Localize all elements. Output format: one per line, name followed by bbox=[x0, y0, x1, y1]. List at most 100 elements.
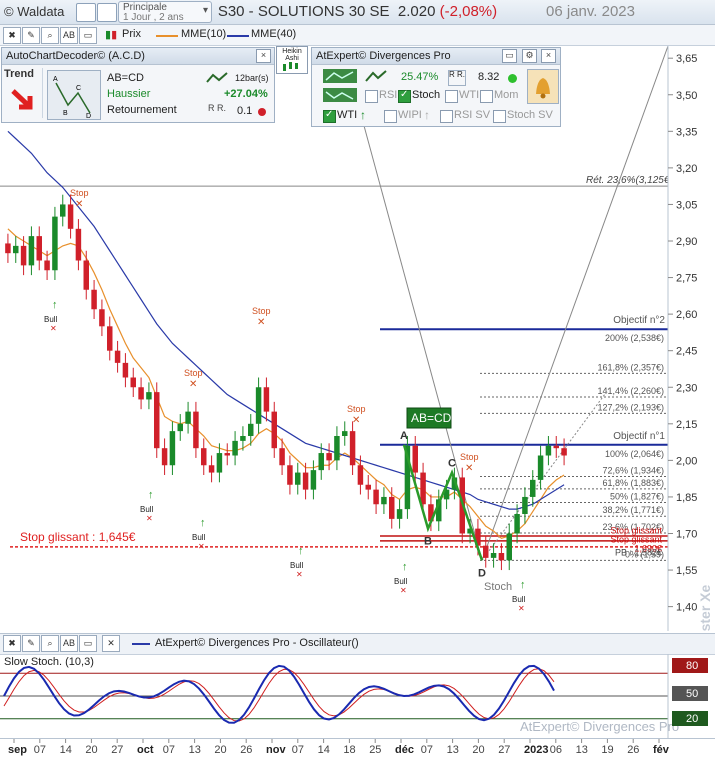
close-icon[interactable]: × bbox=[256, 49, 271, 63]
trailing-stop-label: Stop glissant : 1,645€ bbox=[20, 530, 136, 544]
candle-body bbox=[255, 387, 262, 424]
pattern-gain: +27.04% bbox=[224, 88, 268, 100]
wti-checkbox[interactable] bbox=[445, 90, 458, 103]
candle-body bbox=[146, 392, 152, 400]
stoch-checkbox[interactable] bbox=[398, 89, 411, 103]
screen-icon[interactable]: ▭ bbox=[79, 27, 97, 44]
price-tick-label: 1,55 bbox=[676, 565, 697, 577]
risk-status-dot bbox=[258, 108, 266, 116]
oscillator-indicator-label: Slow Stoch. (10,3) bbox=[4, 656, 94, 668]
candle-body bbox=[530, 479, 536, 497]
candle-body bbox=[122, 362, 129, 378]
zoom-icon[interactable]: ⌕ bbox=[41, 27, 59, 44]
bull-arrow-icon: ↑ bbox=[52, 299, 58, 311]
divergence-rr: 8.32 bbox=[478, 71, 500, 83]
candle-body bbox=[67, 204, 74, 229]
wipi-checkbox[interactable] bbox=[384, 110, 397, 123]
mom-checkbox[interactable] bbox=[480, 90, 493, 103]
wti-signal-checkbox[interactable] bbox=[323, 109, 336, 123]
candle-body bbox=[232, 440, 238, 456]
time-tick-label: fév bbox=[653, 744, 670, 756]
candle-body bbox=[13, 245, 19, 254]
candle-body bbox=[75, 228, 82, 261]
draw-icon[interactable]: ✎ bbox=[22, 27, 40, 44]
rsi-checkbox[interactable] bbox=[365, 90, 378, 103]
draw-icon[interactable]: ✎ bbox=[22, 635, 40, 652]
wti-label: WTI bbox=[459, 89, 480, 101]
candle-body bbox=[5, 243, 11, 254]
pattern-name: AB=CD bbox=[107, 72, 144, 84]
wti-signal-label: WTI bbox=[337, 109, 358, 121]
pattern-direction: Haussier bbox=[107, 88, 151, 100]
oscillator-title: AtExpert© Divergences Pro - Oscillateur(… bbox=[155, 637, 359, 649]
divergence-osc-icon[interactable] bbox=[323, 88, 357, 102]
screen-icon[interactable]: ▭ bbox=[79, 635, 97, 652]
mme10-line bbox=[7, 228, 565, 540]
candle-body bbox=[490, 553, 497, 558]
bull-signal-label: Bull bbox=[140, 505, 154, 514]
oscillator-toolbar: ✖ ✎ ⌕ AB ▭ ✕ AtExpert© Divergences Pro -… bbox=[0, 633, 715, 655]
candle-body bbox=[91, 289, 97, 310]
price-tick-label: 2,15 bbox=[676, 419, 697, 431]
legend-mme40: MME(40) bbox=[251, 28, 297, 40]
bell-icon[interactable] bbox=[527, 69, 559, 104]
time-tick-label: déc bbox=[395, 744, 414, 756]
stoch-sv-checkbox[interactable] bbox=[493, 110, 506, 123]
candle-icon: ▮▮ bbox=[105, 29, 118, 41]
time-tick-label: 14 bbox=[318, 744, 330, 756]
rsi-sv-label: RSI SV bbox=[454, 109, 491, 121]
candle-body bbox=[263, 387, 270, 412]
mme40-line bbox=[7, 130, 565, 510]
candle-body bbox=[318, 453, 324, 471]
trend-box: Trend bbox=[4, 68, 43, 118]
fib-label: 72,6% (1,934€) bbox=[602, 465, 664, 475]
time-tick-label: oct bbox=[137, 744, 154, 756]
price-tick-label: 3,05 bbox=[676, 199, 697, 211]
close-icon[interactable]: × bbox=[541, 49, 556, 63]
stoch-k-line bbox=[3, 664, 555, 724]
tools-icon[interactable]: ✖ bbox=[3, 635, 21, 652]
price-tick-label: 1,85 bbox=[676, 492, 697, 504]
print-icon[interactable]: ▭ bbox=[502, 49, 517, 63]
ab-icon[interactable]: AB bbox=[60, 635, 78, 652]
candle-body bbox=[208, 465, 215, 473]
bull-cross-icon: ✕ bbox=[296, 570, 303, 579]
candle-body bbox=[271, 411, 277, 449]
time-tick-label: 07 bbox=[421, 744, 433, 756]
candle-body bbox=[310, 470, 317, 490]
legend-price: Prix bbox=[122, 28, 141, 40]
candle-body bbox=[373, 489, 379, 505]
settings-icon[interactable]: ⚙ bbox=[522, 49, 537, 63]
legend-mme40-line bbox=[227, 35, 249, 37]
stop-signal-label: Stop bbox=[347, 404, 366, 414]
candle-body bbox=[553, 445, 559, 449]
price-tick-label: 2,75 bbox=[676, 273, 697, 285]
level-80-label: 80 bbox=[686, 660, 698, 672]
heikin-ashi-button[interactable]: Heikin Ashi bbox=[276, 46, 308, 74]
price-chart[interactable]: Rét. 23,6%(3,125€) 200% (2,538€) 161,8% (… bbox=[0, 45, 715, 676]
objective-1-label: Objectif n°1 bbox=[613, 431, 665, 442]
candle-body bbox=[107, 326, 113, 351]
ab-icon[interactable]: AB bbox=[60, 27, 78, 44]
candle-body bbox=[177, 423, 183, 432]
candle-body bbox=[279, 448, 285, 466]
stop-cross-icon: ✕ bbox=[352, 415, 360, 426]
fib-label: 38,2% (1,771€) bbox=[602, 505, 664, 515]
abcd-point-label: C bbox=[448, 458, 456, 470]
bull-cross-icon: ✕ bbox=[146, 514, 153, 523]
level-20-label: 20 bbox=[686, 713, 698, 725]
trend-label: Trend bbox=[4, 68, 34, 80]
time-tick-label: 27 bbox=[498, 744, 510, 756]
candle-body bbox=[83, 260, 89, 290]
zoom-icon[interactable]: ⌕ bbox=[41, 635, 59, 652]
rsi-sv-checkbox[interactable] bbox=[440, 110, 453, 123]
oscillator-panel[interactable]: Slow Stoch. (10,3) AtExpert© Divergences… bbox=[0, 654, 715, 738]
divergence-chart-icon[interactable] bbox=[323, 69, 357, 83]
bull-signal-label: Bull bbox=[290, 561, 304, 570]
osc-legend-line bbox=[132, 643, 150, 645]
candle-body bbox=[537, 455, 544, 480]
tools-icon[interactable]: ✖ bbox=[3, 27, 21, 44]
close-icon[interactable]: ✕ bbox=[102, 635, 120, 652]
price-tick-label: 2,30 bbox=[676, 382, 697, 394]
risk-label: R R. bbox=[208, 103, 226, 113]
